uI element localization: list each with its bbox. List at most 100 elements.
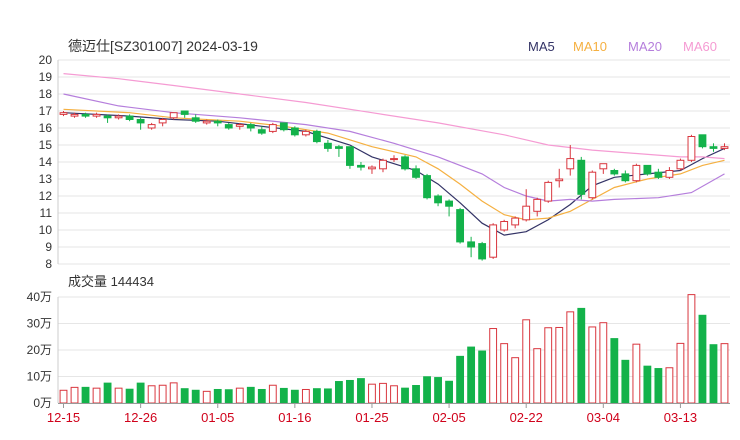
volume-bar xyxy=(312,388,321,404)
candle xyxy=(147,122,156,130)
volume-bar xyxy=(698,314,707,404)
candle-body xyxy=(687,136,696,161)
x-tick-label: 01-05 xyxy=(201,410,234,425)
candle xyxy=(290,126,299,137)
candle-body xyxy=(632,164,641,182)
candle xyxy=(456,207,465,244)
volume-bar xyxy=(522,319,531,404)
candle xyxy=(511,216,520,229)
volume-y-tick: 20万 xyxy=(27,343,52,357)
volume-y-tick: 30万 xyxy=(27,317,52,331)
volume-bar xyxy=(202,390,211,404)
candle xyxy=(533,197,542,217)
volume-bar xyxy=(500,343,509,404)
volume-bar xyxy=(599,322,608,404)
candle xyxy=(180,110,189,118)
candle-body xyxy=(709,146,718,149)
candle-body xyxy=(70,113,79,117)
candle-body xyxy=(268,124,277,132)
candle-body xyxy=(445,200,453,207)
candle-body xyxy=(158,119,167,124)
candle-body xyxy=(456,209,465,243)
volume-y-tick: 10万 xyxy=(27,370,52,384)
candle xyxy=(500,219,509,232)
candle-body xyxy=(114,115,123,119)
legend-ma20: MA20 xyxy=(628,39,662,54)
candle-body xyxy=(720,146,729,149)
candle-body xyxy=(610,170,619,175)
volume-bar xyxy=(643,365,652,404)
candle-body xyxy=(511,217,520,226)
volume-bar xyxy=(676,342,685,404)
ma-legend: MA5 MA10 MA20 MA60 xyxy=(528,39,717,54)
candle-body xyxy=(412,168,420,178)
candle-body xyxy=(59,112,68,115)
volume-bar xyxy=(180,388,189,404)
volume-bar xyxy=(290,389,299,404)
candle xyxy=(92,112,101,118)
candle xyxy=(412,165,420,179)
volume-bar xyxy=(257,388,266,404)
x-tick-label: 03-13 xyxy=(664,410,697,425)
volume-bar xyxy=(103,382,112,404)
x-tick-label: 12-15 xyxy=(47,410,80,425)
volume-bar xyxy=(70,386,79,404)
volume-bar xyxy=(114,387,123,404)
candle xyxy=(643,164,652,176)
volume-bar xyxy=(92,387,101,404)
volume-bar xyxy=(357,378,365,404)
candle xyxy=(687,134,696,162)
price-y-tick: 13 xyxy=(39,172,53,186)
volume-bar xyxy=(577,307,586,404)
price-y-tick: 20 xyxy=(39,53,53,67)
volume-bar xyxy=(59,389,68,404)
candle-body xyxy=(92,113,101,117)
candle-body xyxy=(246,124,255,129)
volume-bar xyxy=(279,387,288,404)
candle xyxy=(676,158,685,171)
candle xyxy=(478,241,487,261)
volume-bar xyxy=(610,338,619,404)
volume-bar xyxy=(235,387,244,404)
volume-bar xyxy=(412,385,420,404)
x-tick-label: 01-25 xyxy=(355,410,388,425)
x-tick-label: 02-22 xyxy=(510,410,543,425)
candle xyxy=(268,122,277,134)
volume-bar xyxy=(654,368,663,404)
volume-bar xyxy=(158,384,167,404)
candle xyxy=(588,170,597,200)
candle xyxy=(401,155,409,171)
candle-body xyxy=(555,178,564,182)
legend-ma10: MA10 xyxy=(573,39,607,54)
candle xyxy=(654,168,663,179)
volume-bar xyxy=(632,343,641,404)
candle xyxy=(544,180,553,203)
price-y-tick: 11 xyxy=(40,206,53,220)
candle-body xyxy=(290,127,299,136)
candle xyxy=(323,139,332,152)
candle xyxy=(632,163,641,183)
volume-bar xyxy=(434,377,442,404)
candle-body xyxy=(434,195,442,204)
candle-body xyxy=(489,224,498,258)
volume-bar xyxy=(136,382,145,404)
candle-body xyxy=(379,159,387,170)
volume-bar xyxy=(368,383,376,404)
volume-bar xyxy=(224,389,233,404)
candle xyxy=(357,162,365,171)
x-tick-label: 03-04 xyxy=(587,410,620,425)
candle xyxy=(335,145,343,157)
date-x-axis: 12-15 12-26 01-05 01-16 01-25 02-05 02-22 03-04… xyxy=(47,403,730,425)
volume-bar xyxy=(147,385,156,404)
candle-body xyxy=(676,159,685,170)
candlesticks xyxy=(59,110,729,261)
volume-bar xyxy=(621,359,630,404)
candle-body xyxy=(136,119,145,124)
candle xyxy=(103,114,112,123)
candle-body xyxy=(643,164,652,175)
candle-body xyxy=(191,117,200,122)
candle-body xyxy=(224,124,233,129)
volume-bar xyxy=(588,326,597,404)
legend-ma5: MA5 xyxy=(528,39,555,54)
volume-bar xyxy=(213,388,222,404)
